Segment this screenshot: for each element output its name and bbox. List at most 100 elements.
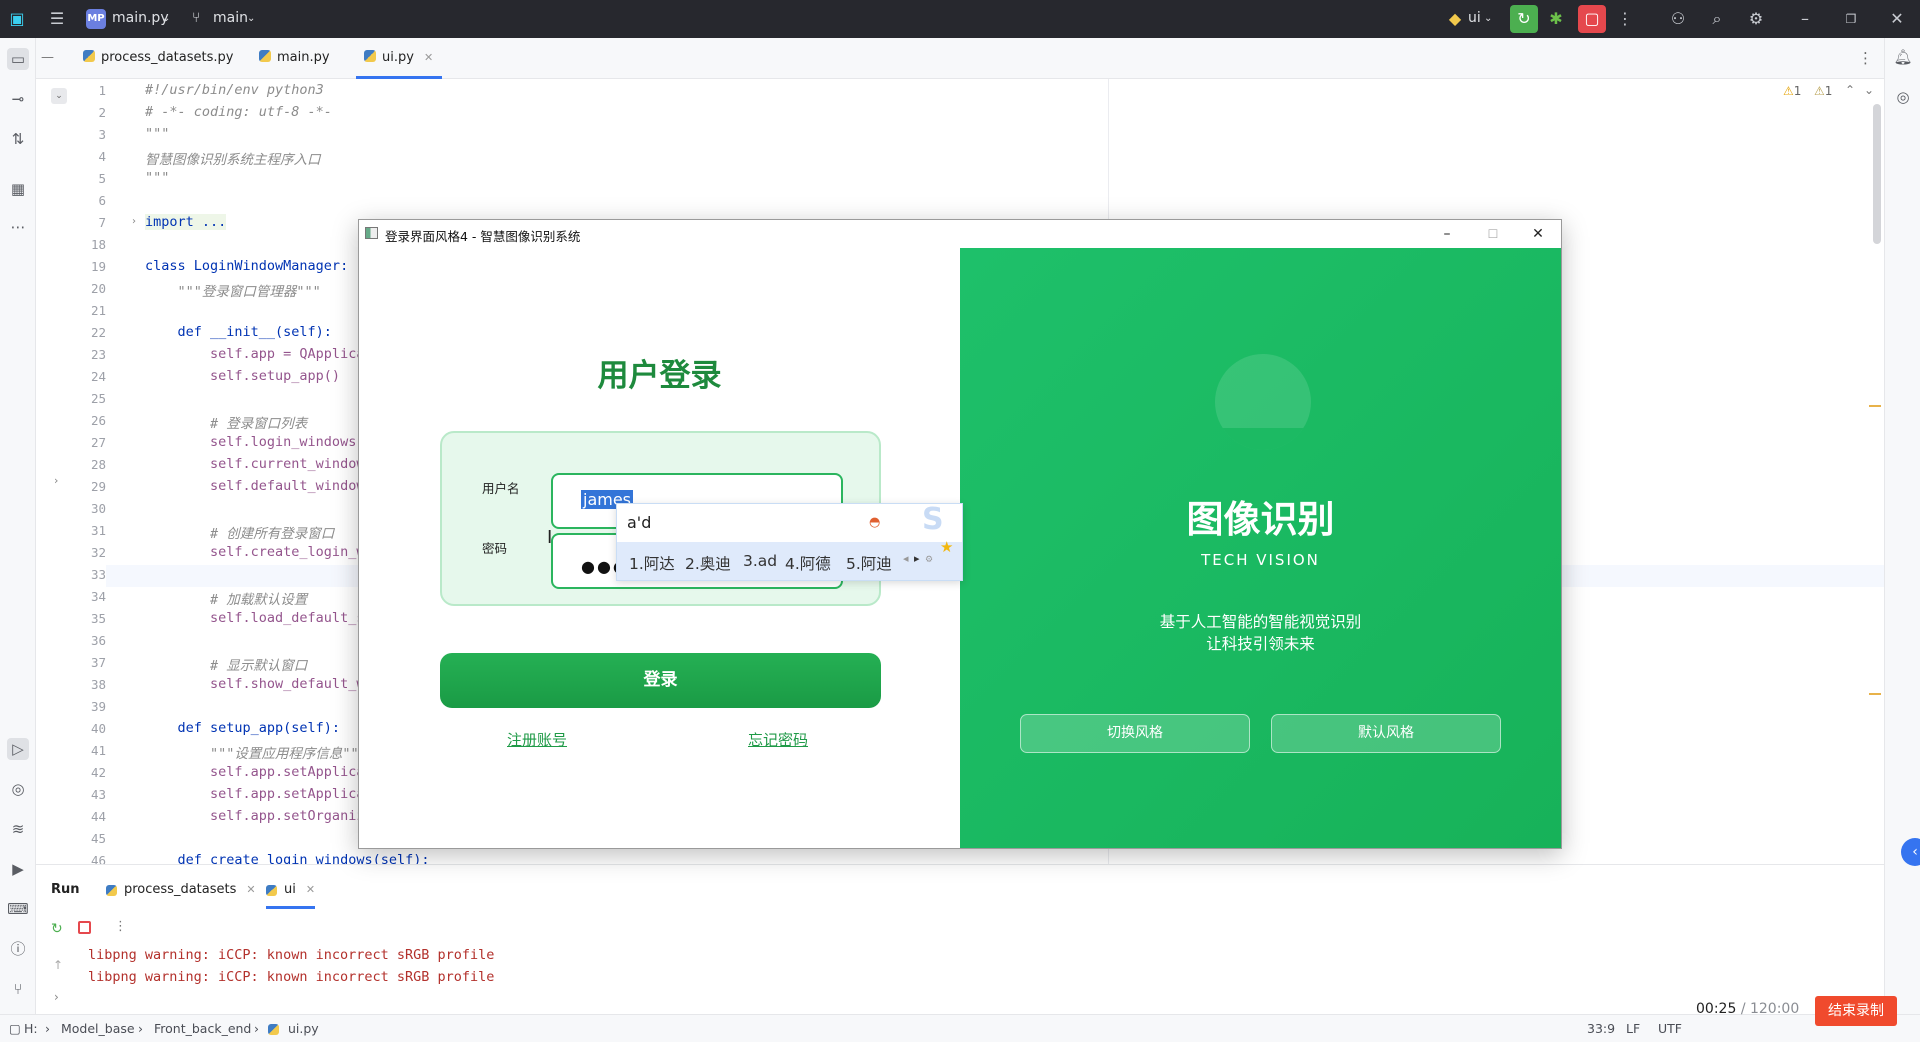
- minimize-icon[interactable]: –: [1794, 8, 1816, 30]
- breadcrumb-item[interactable]: Model_base: [61, 1021, 135, 1036]
- run-config-name[interactable]: ui: [1468, 10, 1481, 26]
- code-line[interactable]: """登录窗口管理器""": [145, 280, 321, 300]
- code-line[interactable]: #!/usr/bin/env python3: [145, 82, 324, 98]
- close-tab-icon[interactable]: ✕: [246, 883, 255, 896]
- close-tab-icon[interactable]: ✕: [306, 883, 315, 896]
- code-line[interactable]: self.app = QApplica: [145, 346, 364, 362]
- code-line[interactable]: self.load_default_s: [145, 610, 364, 626]
- project-chevron-icon[interactable]: ⌄: [162, 13, 170, 24]
- tab-options-icon[interactable]: ⋮: [1858, 49, 1873, 67]
- next-highlight-icon[interactable]: ⌄: [1864, 83, 1874, 97]
- login-window-titlebar[interactable]: 登录界面风格4 - 智慧图像识别系统 – ☐ ✕: [359, 220, 1561, 248]
- editor-scrollbar[interactable]: [1873, 104, 1881, 244]
- expand-output-icon[interactable]: ›: [54, 990, 59, 1004]
- stop-recording-button[interactable]: 结束录制: [1815, 996, 1897, 1026]
- code-line[interactable]: # 创建所有登录窗口: [145, 522, 334, 542]
- ai-assistant-icon[interactable]: ◎: [1892, 88, 1914, 110]
- window-close-icon[interactable]: ✕: [1526, 222, 1550, 246]
- python-console-icon[interactable]: ◎: [7, 778, 29, 800]
- code-line[interactable]: class LoginWindowManager:: [145, 258, 348, 274]
- structure-icon[interactable]: ▦: [7, 178, 29, 200]
- stop-run-icon[interactable]: [78, 921, 91, 934]
- settings-gear-icon[interactable]: ⚙: [1745, 8, 1767, 30]
- forgot-password-link[interactable]: 忘记密码: [748, 729, 808, 750]
- ime-candidate[interactable]: 1.阿达: [629, 552, 675, 574]
- code-line[interactable]: 智慧图像识别系统主程序入口: [145, 148, 321, 168]
- branch-name[interactable]: main: [213, 10, 248, 26]
- app-logo-icon[interactable]: ▣: [6, 8, 28, 30]
- project-name[interactable]: main.py: [112, 10, 169, 26]
- switch-style-button[interactable]: 切换风格: [1020, 714, 1250, 753]
- ime-favorite-icon[interactable]: ★: [940, 538, 953, 556]
- close-icon[interactable]: ✕: [1886, 8, 1908, 30]
- code-line[interactable]: import ...: [145, 214, 227, 230]
- notifications-icon[interactable]: 🔔︎: [1892, 48, 1914, 70]
- breadcrumb-item[interactable]: Front_back_end: [154, 1021, 251, 1036]
- code-line[interactable]: def __init__(self):: [145, 324, 332, 340]
- expand-gutter-icon[interactable]: ›: [54, 474, 58, 487]
- services-icon[interactable]: ▶: [7, 858, 29, 880]
- run-more-icon[interactable]: ⋮: [114, 919, 127, 934]
- window-maximize-icon[interactable]: ☐: [1481, 222, 1505, 246]
- run-config-chevron-icon[interactable]: ⌄: [1484, 13, 1492, 24]
- code-line[interactable]: # -*- coding: utf-8 -*-: [145, 104, 332, 120]
- code-line[interactable]: # 登录窗口列表: [145, 412, 307, 432]
- window-minimize-icon[interactable]: –: [1435, 222, 1459, 246]
- main-menu-icon[interactable]: ☰: [46, 8, 68, 30]
- code-line[interactable]: self.default_window: [145, 478, 364, 494]
- default-style-button[interactable]: 默认风格: [1271, 714, 1501, 753]
- code-line[interactable]: # 加载默认设置: [145, 588, 307, 608]
- prev-highlight-icon[interactable]: ⌃: [1845, 83, 1855, 97]
- run-tab-process-datasets[interactable]: process_datasets ✕: [106, 882, 256, 897]
- file-encoding[interactable]: UTF: [1658, 1021, 1682, 1036]
- tab-ui[interactable]: ui.py ✕: [356, 38, 442, 79]
- code-line[interactable]: self.show_default_w: [145, 676, 364, 692]
- run-tool-icon[interactable]: ▷: [7, 738, 29, 760]
- code-line[interactable]: self.create_login_w: [145, 544, 364, 560]
- ime-candidate[interactable]: 2.奥迪: [685, 552, 731, 574]
- rerun-icon[interactable]: ↻: [51, 921, 63, 937]
- breadcrumb-item[interactable]: ui.py: [288, 1021, 319, 1036]
- ime-skin-icon[interactable]: ◓: [869, 515, 880, 530]
- tab-process-datasets[interactable]: process_datasets.py: [83, 38, 233, 79]
- project-badge[interactable]: MP: [86, 9, 106, 29]
- more-actions-icon[interactable]: ⋮: [1614, 8, 1636, 30]
- code-line[interactable]: """: [145, 170, 169, 186]
- ime-page-next-icon[interactable]: ▸: [914, 552, 920, 565]
- code-line[interactable]: self.current_window: [145, 456, 364, 472]
- code-line[interactable]: """: [145, 126, 169, 142]
- inspection-warning-count[interactable]: ⚠1: [1783, 84, 1801, 98]
- commit-icon[interactable]: ⊸: [7, 88, 29, 110]
- ime-page-prev-icon[interactable]: ◂: [903, 552, 909, 565]
- tab-main[interactable]: main.py: [259, 38, 330, 79]
- login-button[interactable]: 登录: [440, 653, 881, 708]
- layers-icon[interactable]: ≋: [7, 818, 29, 840]
- scroll-up-icon[interactable]: ↑: [53, 958, 63, 972]
- git-icon[interactable]: ⑂: [7, 978, 29, 1000]
- debug-icon[interactable]: ✱: [1545, 8, 1567, 30]
- breadcrumb-item[interactable]: H:: [24, 1021, 38, 1036]
- search-icon[interactable]: ⌕: [1706, 8, 1728, 30]
- code-line[interactable]: # 显示默认窗口: [145, 654, 307, 674]
- inspection-weak-count[interactable]: ⚠1: [1814, 84, 1832, 98]
- collapse-panel-icon[interactable]: ‹: [1901, 838, 1920, 866]
- ime-candidate[interactable]: 5.阿迪: [846, 552, 892, 574]
- ime-candidate[interactable]: 3.ad: [743, 552, 777, 570]
- code-line[interactable]: self.setup_app(): [145, 368, 340, 384]
- add-user-icon[interactable]: ⚇: [1667, 8, 1689, 30]
- restore-icon[interactable]: ❐: [1840, 8, 1862, 30]
- branch-chevron-icon[interactable]: ⌄: [247, 13, 255, 24]
- code-line[interactable]: """设置应用程序信息""": [145, 742, 367, 762]
- rerun-icon[interactable]: ↻: [1510, 5, 1538, 33]
- code-line[interactable]: self.app.setOrganiz: [145, 808, 364, 824]
- caret-position[interactable]: 33:9: [1587, 1021, 1615, 1036]
- code-line[interactable]: def setup_app(self):: [145, 720, 341, 736]
- stop-icon[interactable]: ▢: [1578, 5, 1606, 33]
- project-folder-icon[interactable]: ▭: [7, 48, 29, 70]
- line-separator[interactable]: LF: [1626, 1021, 1640, 1036]
- ime-settings-icon[interactable]: ⚙: [925, 555, 933, 565]
- terminal-icon[interactable]: ⌨: [7, 898, 29, 920]
- close-tab-icon[interactable]: ✕: [424, 51, 433, 64]
- collapse-tabs-icon[interactable]: —: [41, 50, 54, 65]
- problems-icon[interactable]: ⓘ: [7, 938, 29, 960]
